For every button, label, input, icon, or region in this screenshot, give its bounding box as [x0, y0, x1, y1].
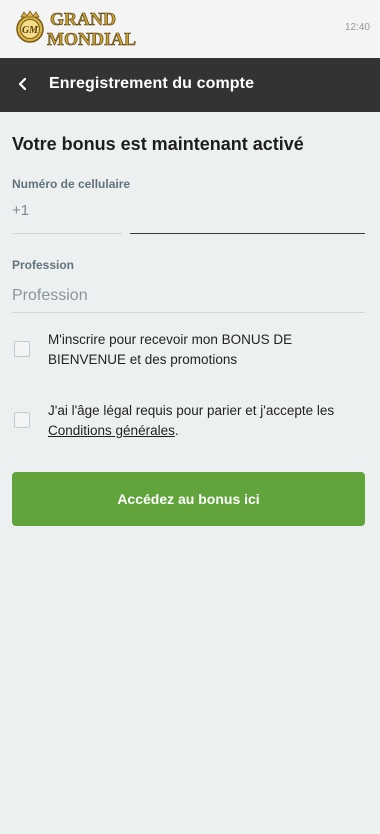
chevron-left-icon[interactable] — [12, 73, 34, 95]
promotions-checkbox[interactable] — [14, 341, 30, 357]
page-header-title: Enregistrement du compte — [49, 75, 255, 92]
phone-country-prefix[interactable]: +1 — [12, 202, 29, 219]
terms-checkbox[interactable] — [14, 412, 30, 428]
svg-text:GRAND: GRAND — [50, 9, 116, 29]
app-header: Enregistrement du compte — [0, 58, 380, 112]
profession-label: Profession — [12, 258, 75, 272]
claim-bonus-button[interactable]: Accédez au bonus ici — [12, 472, 365, 526]
top-bar: GM GRAND MONDIAL 12:40 — [0, 0, 380, 58]
profession-input[interactable] — [12, 279, 365, 313]
svg-text:MONDIAL: MONDIAL — [47, 29, 136, 48]
grand-mondial-logo[interactable]: GM GRAND MONDIAL — [12, 8, 152, 48]
terms-conditions-link[interactable]: Conditions générales — [48, 423, 175, 438]
svg-text:GM: GM — [22, 25, 39, 36]
phone-number-input[interactable] — [130, 202, 365, 234]
phone-prefix-underline — [12, 233, 122, 234]
terms-text-before: J'ai l'âge légal requis pour parier et j… — [48, 403, 335, 418]
promotions-checkbox-label[interactable]: M'inscrire pour recevoir mon BONUS DE BI… — [48, 330, 365, 370]
terms-checkbox-label[interactable]: J'ai l'âge légal requis pour parier et j… — [48, 401, 365, 441]
status-time: 12:40 — [344, 22, 370, 33]
terms-text-after: . — [174, 423, 179, 438]
form-title: Votre bonus est maintenant activé — [12, 134, 304, 154]
phone-label: Numéro de cellulaire — [12, 177, 131, 191]
